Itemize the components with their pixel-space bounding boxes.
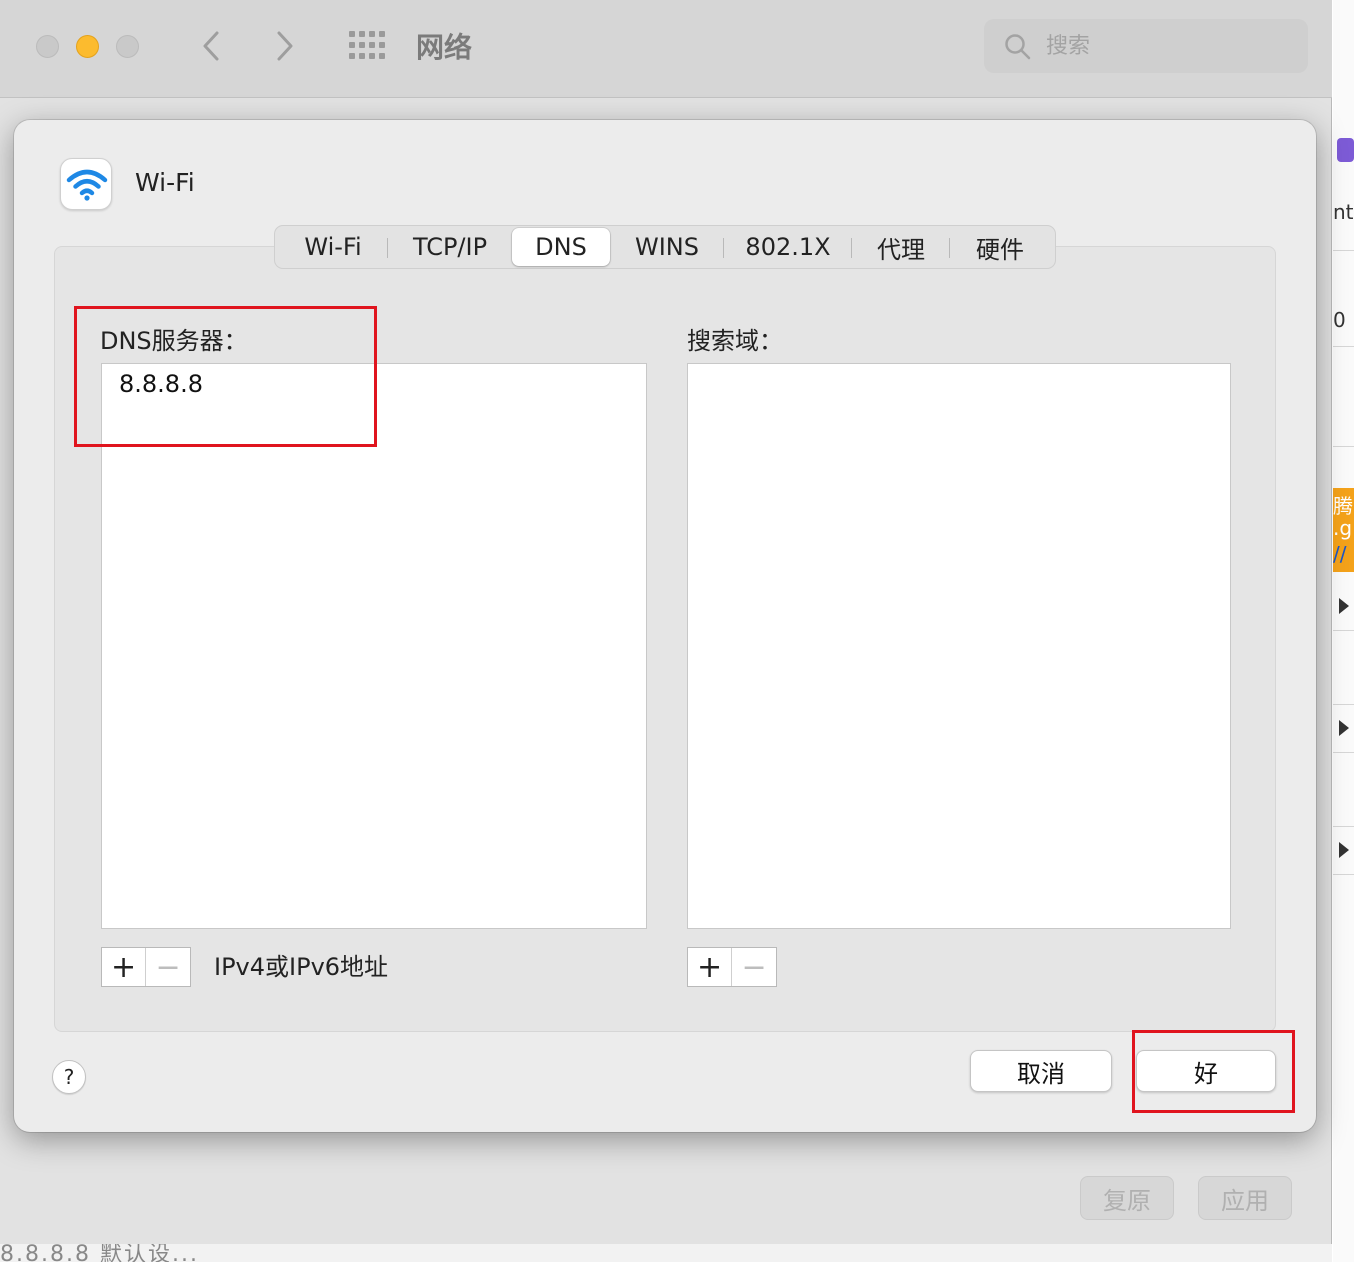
- wifi-icon: [66, 169, 108, 201]
- search-input[interactable]: [1044, 29, 1284, 63]
- window-title: 网络: [416, 31, 473, 64]
- background-text: 8.8.8.8 默认设...: [0, 1244, 199, 1262]
- show-all-button[interactable]: [348, 30, 386, 60]
- add-dns-button[interactable]: +: [102, 948, 147, 986]
- annotation-box-dns-servers: [74, 306, 377, 447]
- side-text: //: [1333, 542, 1347, 566]
- help-button[interactable]: ?: [52, 1060, 86, 1094]
- disclosure-triangle-icon[interactable]: [1339, 598, 1349, 614]
- search-domains-list[interactable]: [687, 363, 1231, 929]
- minimize-button[interactable]: [76, 35, 99, 58]
- side-text: 0: [1333, 308, 1346, 332]
- search-field[interactable]: [984, 19, 1308, 73]
- tab-tcpip[interactable]: TCP/IP: [388, 228, 512, 266]
- remove-domain-button[interactable]: −: [732, 948, 776, 986]
- wifi-icon-tile: [60, 158, 112, 210]
- revert-button[interactable]: 复原: [1080, 1176, 1174, 1220]
- titlebar: 网络: [0, 0, 1332, 98]
- tab-dns[interactable]: DNS: [512, 228, 610, 266]
- disclosure-triangle-icon[interactable]: [1339, 842, 1349, 858]
- chevron-left-icon: [203, 31, 219, 61]
- add-domain-button[interactable]: +: [688, 948, 733, 986]
- background-text-strip: 8.8.8.8 默认设...: [0, 1244, 1332, 1262]
- side-text: 腾: [1333, 494, 1353, 518]
- disclosure-triangle-icon[interactable]: [1339, 720, 1349, 736]
- forward-button[interactable]: [270, 28, 300, 64]
- cancel-button[interactable]: 取消: [970, 1050, 1112, 1092]
- background-app-edge: nts 0 腾 .g //: [1333, 0, 1354, 1262]
- grid-icon: [349, 31, 385, 59]
- dns-servers-list[interactable]: 8.8.8.8: [101, 363, 647, 929]
- side-highlight: 腾 .g //: [1333, 488, 1354, 572]
- tab-hardware[interactable]: 硬件: [950, 228, 1050, 266]
- close-button[interactable]: [36, 35, 59, 58]
- tab-wins[interactable]: WINS: [610, 228, 724, 266]
- side-text: nts: [1333, 200, 1354, 224]
- settings-tabs: Wi-Fi TCP/IP DNS WINS 802.1X 代理 硬件: [274, 225, 1056, 269]
- zoom-button[interactable]: [116, 35, 139, 58]
- side-text: .g: [1333, 516, 1353, 540]
- chevron-right-icon: [277, 31, 293, 61]
- dns-plus-minus: + −: [101, 947, 191, 987]
- tab-proxy[interactable]: 代理: [852, 228, 950, 266]
- tab-wifi[interactable]: Wi-Fi: [278, 228, 388, 266]
- back-button[interactable]: [196, 28, 226, 64]
- tab-8021x[interactable]: 802.1X: [724, 228, 852, 266]
- annotation-box-ok-button: [1132, 1030, 1295, 1113]
- dns-address-hint: IPv4或IPv6地址: [214, 953, 389, 981]
- search-domains-label: 搜索域：: [687, 327, 783, 355]
- app-icon: [1337, 138, 1354, 162]
- dns-settings-sheet: Wi-Fi DNS服务器： 8.8.8.8 + − IPv4或IPv6地址 搜索…: [14, 120, 1316, 1132]
- remove-dns-button[interactable]: −: [146, 948, 190, 986]
- apply-button[interactable]: 应用: [1198, 1176, 1292, 1220]
- domain-plus-minus: + −: [687, 947, 777, 987]
- search-icon: [1005, 34, 1031, 60]
- interface-name: Wi-Fi: [135, 168, 195, 197]
